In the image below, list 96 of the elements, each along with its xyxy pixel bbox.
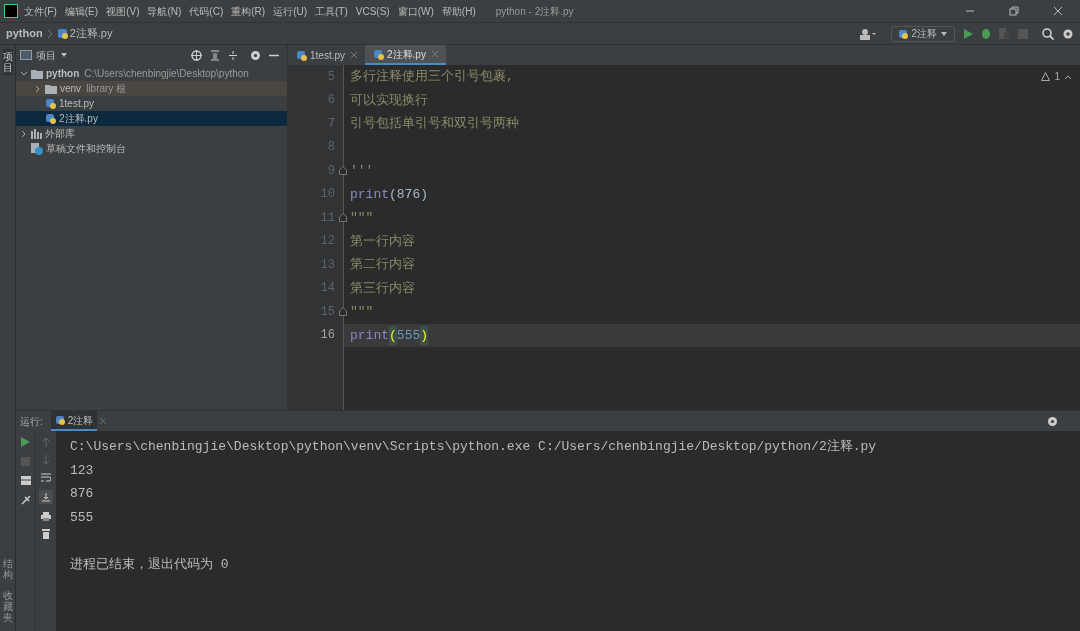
line-number: 16 xyxy=(320,327,335,345)
close-tab-icon[interactable] xyxy=(351,52,358,58)
warning-icon[interactable] xyxy=(1041,72,1051,81)
python-file-icon xyxy=(296,49,307,61)
structure-side-tab[interactable]: 结构 xyxy=(2,558,13,580)
breadcrumb-item[interactable]: 2注释.py xyxy=(69,25,113,42)
restore-icon xyxy=(1009,6,1019,16)
collapse-all-icon[interactable] xyxy=(228,49,238,61)
run-panel-label: 运行: xyxy=(20,414,43,429)
menu-item[interactable]: 窗口(W) xyxy=(397,3,434,19)
code-token: ) xyxy=(420,325,429,345)
print-icon[interactable] xyxy=(41,512,51,521)
settings-icon[interactable] xyxy=(250,49,261,61)
run-icon[interactable] xyxy=(963,28,973,39)
expand-all-icon[interactable] xyxy=(210,49,220,61)
arrow-up-icon[interactable] xyxy=(42,437,50,447)
code-token: """ xyxy=(350,303,374,321)
code-token: 多行注释使用三个引号包裹, xyxy=(350,68,514,86)
menu-item[interactable]: 文件(F) xyxy=(24,3,57,19)
tree-item-label[interactable]: venv xyxy=(60,81,82,96)
menu-item[interactable]: VCS(S) xyxy=(355,3,390,19)
menu-item[interactable]: 编辑(E) xyxy=(64,3,99,19)
path-note: C:\Users\chenbingjie\Desktop\python xyxy=(84,67,249,81)
caret-icon xyxy=(940,30,948,37)
tree-item-label[interactable]: 2注释.py xyxy=(59,111,98,126)
fold-marker-icon[interactable] xyxy=(339,213,347,223)
code-token: ''' xyxy=(350,162,374,180)
window-title: python - 2注释.py xyxy=(495,4,574,19)
arrow-down-icon[interactable] xyxy=(42,455,50,465)
tree-item-label[interactable]: 草稿文件和控制台 xyxy=(46,141,126,156)
project-side-tab[interactable]: 项目 xyxy=(2,49,13,75)
menu-item[interactable]: 重构(R) xyxy=(231,3,266,19)
code-token: ( xyxy=(389,325,397,345)
tree-item-label[interactable]: 1test.py xyxy=(59,96,95,111)
fold-marker-icon[interactable] xyxy=(339,166,347,176)
folder-icon xyxy=(31,68,43,79)
app-logo-icon xyxy=(4,4,18,18)
layout-icon[interactable] xyxy=(20,476,31,485)
menu-item[interactable]: 帮助(H) xyxy=(441,3,476,19)
code-token: 引号包括单引号和双引号两种 xyxy=(350,115,519,133)
library-icon xyxy=(31,128,42,139)
run-tab[interactable]: 2注释 xyxy=(50,411,98,431)
chevron-icon xyxy=(46,28,53,39)
settings-icon[interactable] xyxy=(1047,415,1058,427)
scratch-file-icon xyxy=(31,142,43,155)
code-token: print xyxy=(350,326,389,345)
editor-tab[interactable]: 2注释.py xyxy=(365,45,446,65)
rerun-icon[interactable] xyxy=(21,437,30,447)
console-line: 876 xyxy=(70,485,94,503)
warning-count[interactable]: 1 xyxy=(1054,69,1060,84)
soft-wrap-icon[interactable] xyxy=(41,473,51,482)
tree-item-label[interactable]: 外部库 xyxy=(45,126,75,141)
settings-icon[interactable] xyxy=(1062,27,1074,40)
breadcrumb-item[interactable]: python xyxy=(6,25,43,42)
panel-icon xyxy=(20,50,32,60)
scroll-to-end-icon[interactable] xyxy=(39,490,53,504)
python-file-icon xyxy=(45,113,56,124)
code-token: 555 xyxy=(396,326,421,345)
python-file-icon xyxy=(898,28,909,39)
code-token: (876) xyxy=(389,185,429,204)
project-view-dropdown[interactable]: 项目 xyxy=(36,47,56,63)
console-line: 123 xyxy=(70,461,94,480)
path-note: library 根 xyxy=(86,82,127,96)
editor-tab[interactable]: 1test.py xyxy=(288,45,366,65)
python-file-icon xyxy=(56,28,68,39)
fold-marker-icon[interactable] xyxy=(339,307,347,317)
close-tab-icon[interactable] xyxy=(100,418,107,424)
pin-icon[interactable] xyxy=(20,495,31,505)
menu-item[interactable]: 导航(N) xyxy=(147,3,182,19)
close-tab-icon[interactable] xyxy=(431,51,438,57)
code-token: print xyxy=(350,185,389,204)
menu-item[interactable]: 视图(V) xyxy=(106,3,140,19)
python-file-icon xyxy=(54,415,65,425)
console-line: C:\Users\chenbingjie\Desktop\python\venv\Scripts\python.exe C:/Users/chenbingjie/Desktop/python/2注释.py xyxy=(70,438,877,456)
python-file-icon xyxy=(373,48,385,60)
user-icon[interactable] xyxy=(859,27,878,40)
menu-item[interactable]: 工具(T) xyxy=(315,3,348,19)
chevron-up-icon[interactable] xyxy=(1064,73,1072,80)
menu-item[interactable]: 代码(C) xyxy=(189,3,224,19)
tree-item-label[interactable]: python xyxy=(46,66,80,81)
trash-icon[interactable] xyxy=(42,529,50,539)
console-line: 进程已结束，退出代码为 0 xyxy=(70,555,229,574)
code-token: 可以实现换行 xyxy=(350,91,428,110)
caret-icon xyxy=(60,52,68,58)
favorites-side-tab[interactable]: 收藏夹 xyxy=(2,590,13,623)
menu-item[interactable]: 运行(U) xyxy=(273,3,308,19)
code-token: """ xyxy=(350,209,374,227)
folder-icon xyxy=(45,83,57,94)
search-icon[interactable] xyxy=(1042,27,1054,40)
close-icon xyxy=(1053,6,1063,16)
python-file-icon xyxy=(45,98,56,109)
code-token: 第二行内容 xyxy=(350,256,415,274)
locate-icon[interactable] xyxy=(191,49,202,61)
run-config-dropdown[interactable]: 2注释 xyxy=(891,25,955,42)
console-line: 555 xyxy=(70,508,94,527)
code-token: 第三行内容 xyxy=(350,279,415,298)
